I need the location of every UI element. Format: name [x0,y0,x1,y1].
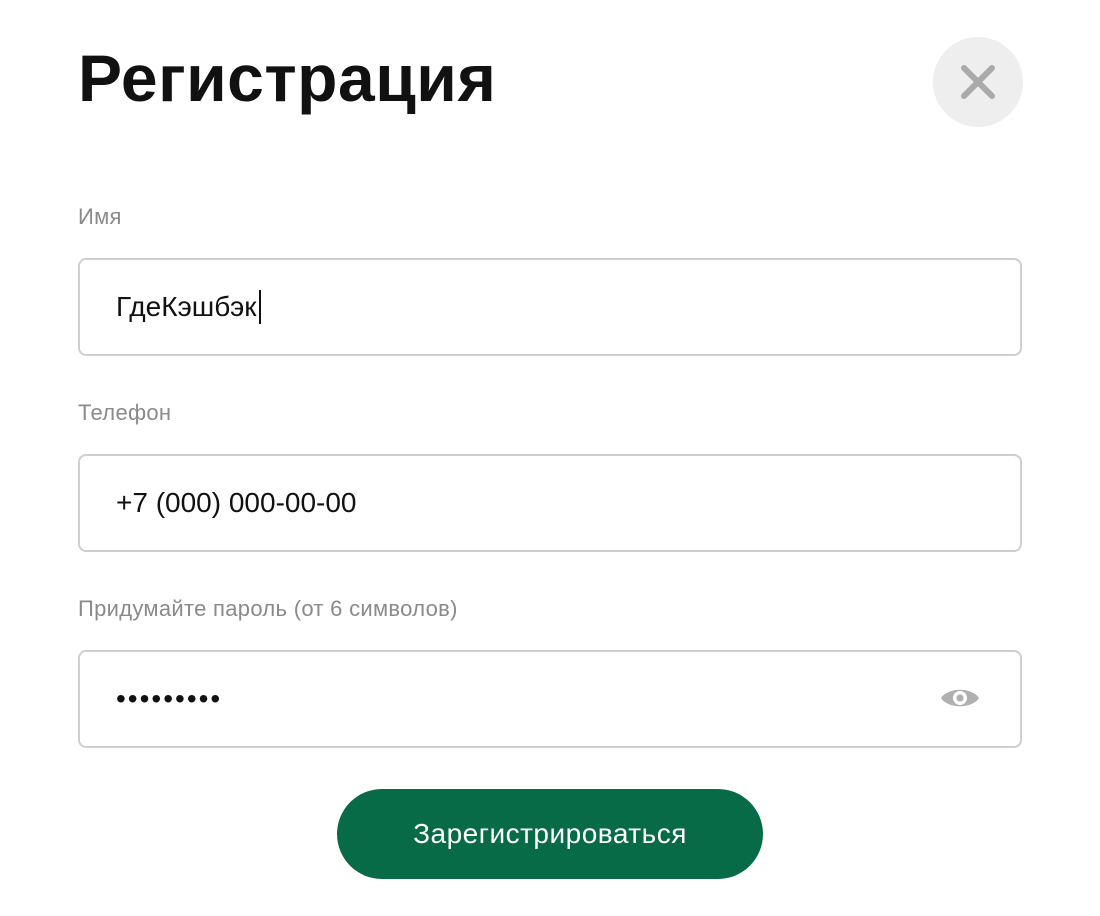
name-label: Имя [78,204,122,229]
close-icon [960,64,996,100]
dialog-title: Регистрация [78,41,497,115]
eye-icon [939,684,981,717]
phone-value: +7 (000) 000-00-00 [116,487,357,518]
show-password-button[interactable] [938,678,982,722]
phone-label: Телефон [78,400,172,425]
name-value-wrap: ГдеКэшбэк [116,260,261,354]
name-value: ГдеКэшбэк [116,291,257,322]
password-value: ••••••••• [116,683,223,714]
name-field[interactable]: ГдеКэшбэк [78,258,1022,356]
password-label: Придумайте пароль (от 6 символов) [78,596,458,621]
text-caret [258,290,261,324]
phone-field[interactable]: +7 (000) 000-00-00 [78,454,1022,552]
phone-value-wrap: +7 (000) 000-00-00 [116,456,357,550]
password-field[interactable]: ••••••••• [78,650,1022,748]
registration-dialog: Регистрация Имя ГдеКэшбэк Телефон +7 (00… [0,0,1100,916]
password-value-wrap: ••••••••• [116,652,222,746]
close-button[interactable] [933,37,1023,127]
register-button[interactable]: Зарегистрироваться [337,789,763,879]
